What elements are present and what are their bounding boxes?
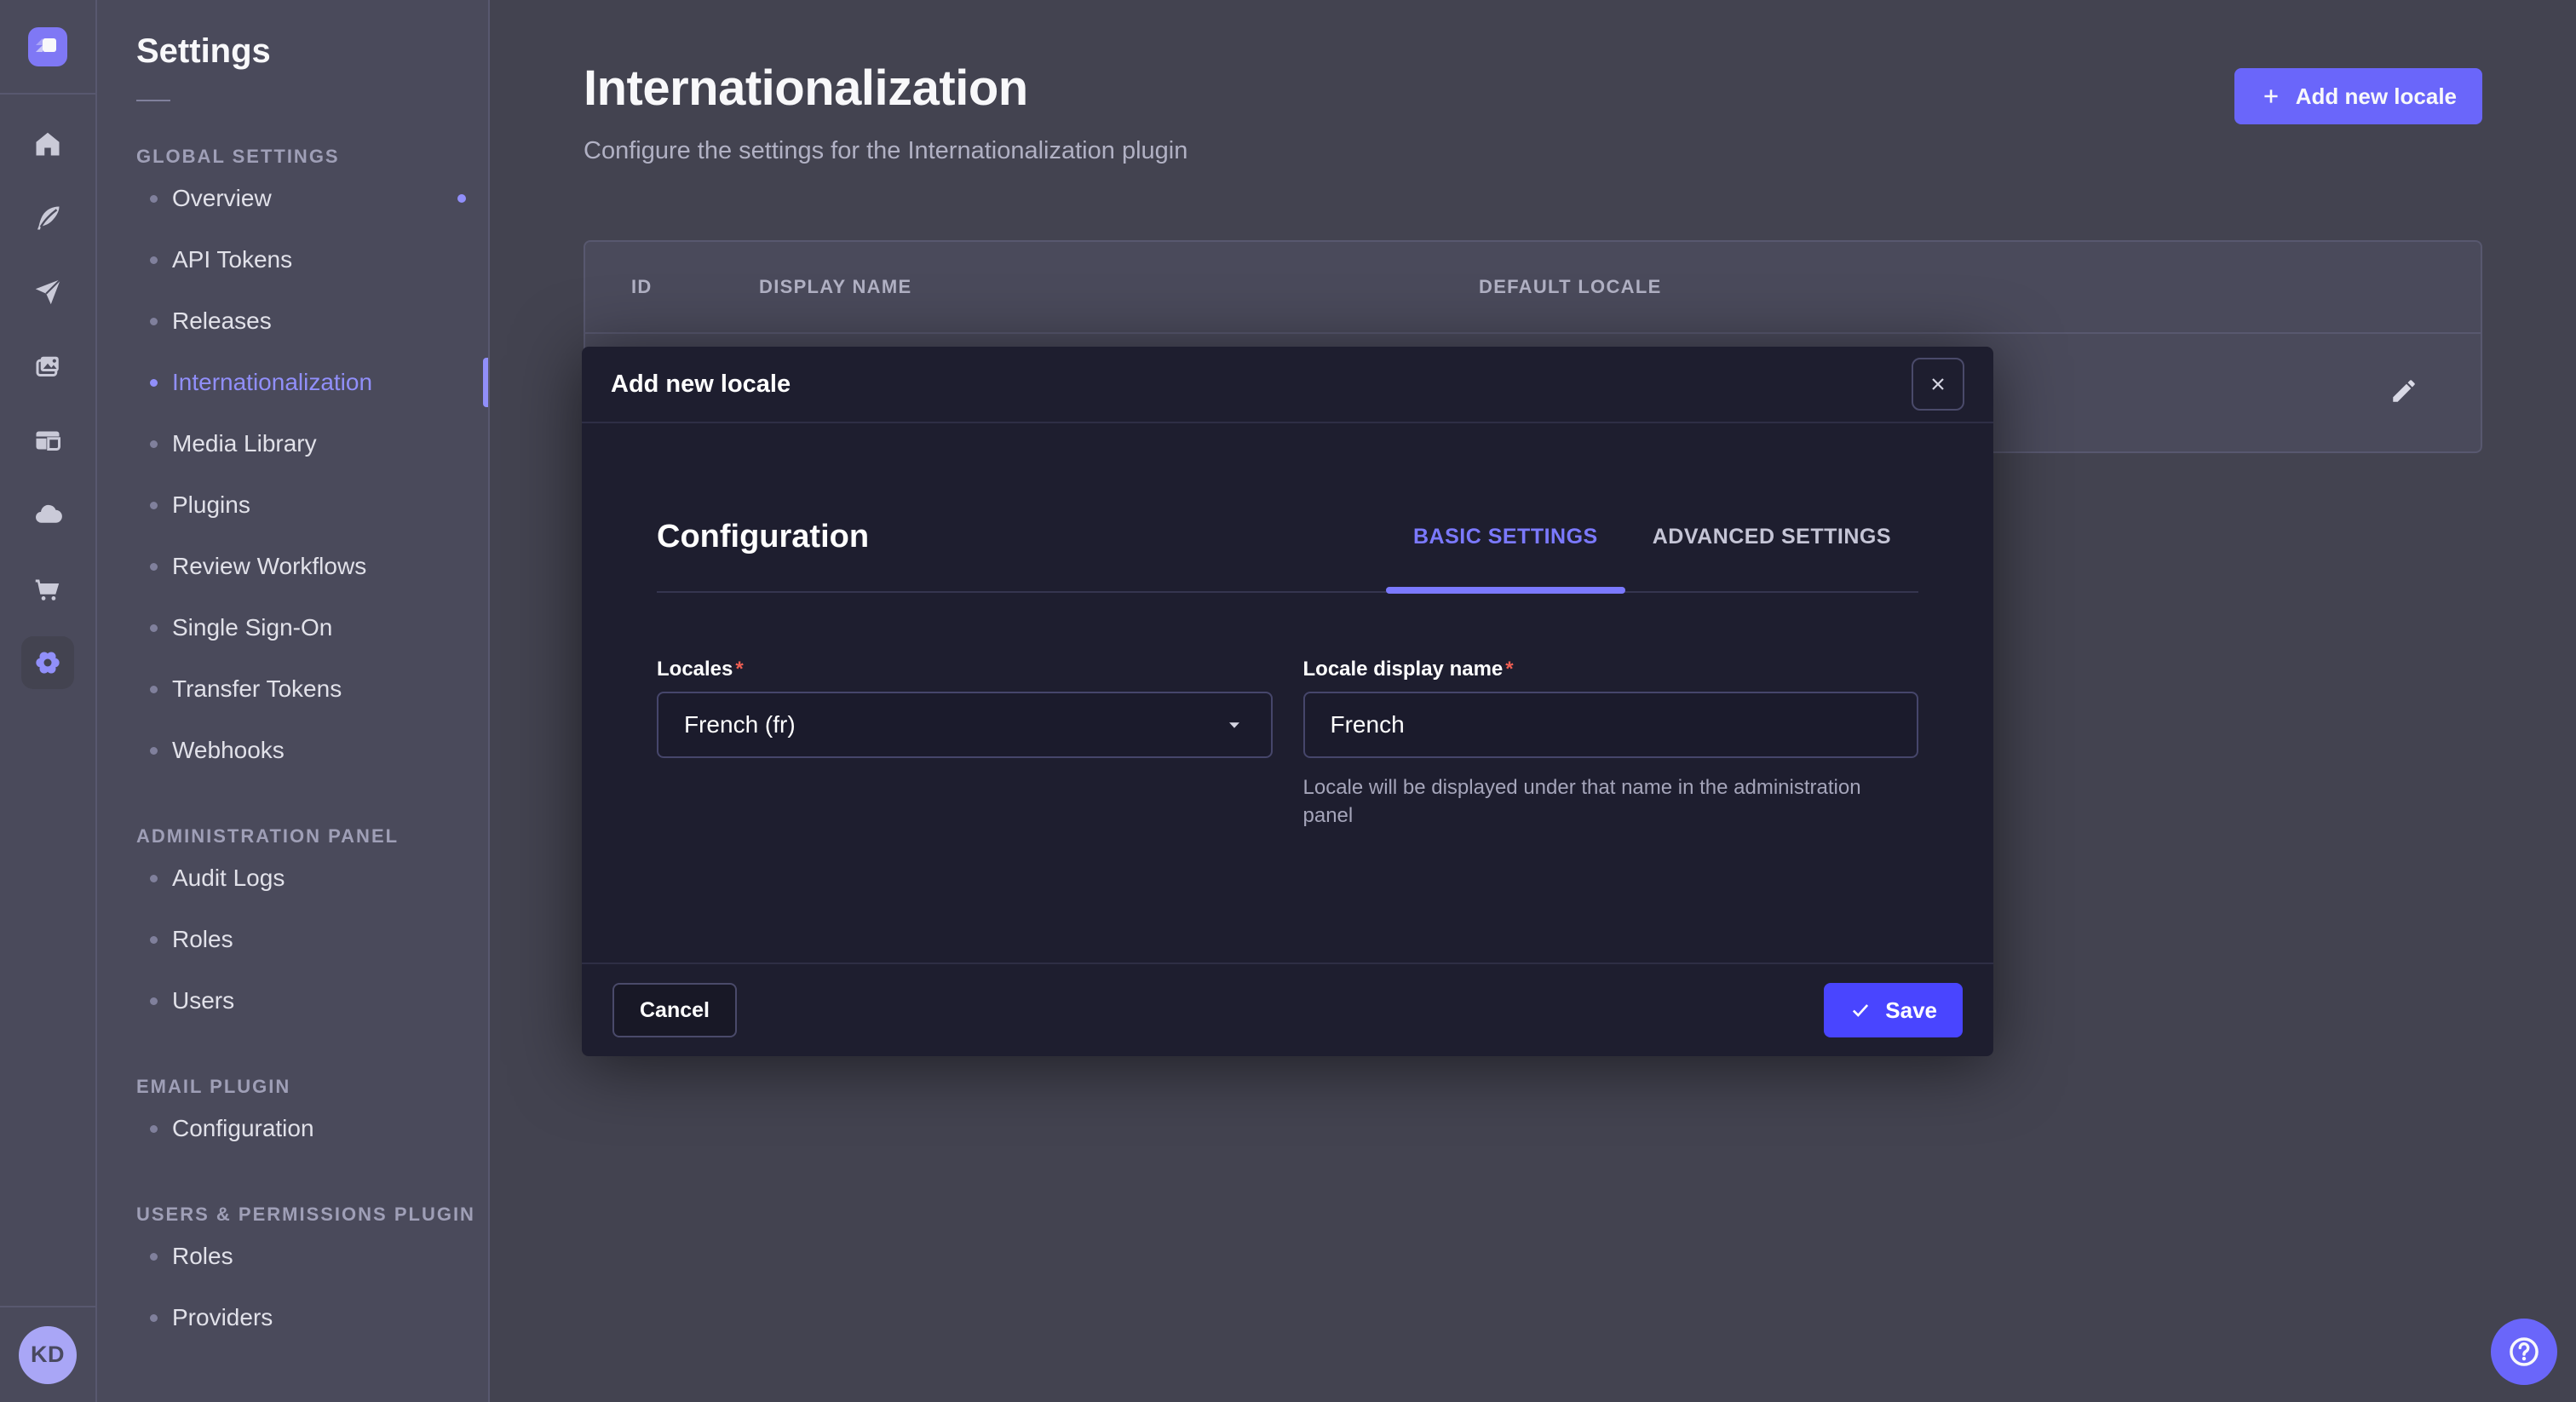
locales-label-text: Locales	[657, 658, 733, 681]
save-button[interactable]: Save	[1824, 983, 1963, 1037]
form-fields: Locales* French (fr) Locale display name…	[657, 658, 1918, 830]
modal-title: Add new locale	[611, 371, 791, 399]
tab-advanced-settings[interactable]: ADVANCED SETTINGS	[1625, 520, 1918, 554]
display-name-field: Locale display name* Locale will be disp…	[1303, 658, 1919, 830]
modal-footer: Cancel Save	[582, 962, 1993, 1056]
add-locale-modal: Add new locale Configuration BASIC SETTI…	[582, 347, 1993, 1056]
app-viewport: KD Settings GLOBAL SETTINGS Overview API…	[0, 0, 2576, 1402]
check-icon	[1849, 999, 1872, 1021]
locales-label: Locales*	[657, 658, 1273, 681]
settings-tabs: BASIC SETTINGS ADVANCED SETTINGS	[1386, 520, 1918, 554]
display-name-label-text: Locale display name	[1303, 658, 1504, 681]
required-asterisk: *	[735, 658, 743, 681]
close-button[interactable]	[1912, 358, 1964, 411]
configuration-section-header: Configuration BASIC SETTINGS ADVANCED SE…	[657, 519, 1918, 593]
cancel-button[interactable]: Cancel	[612, 983, 737, 1037]
required-asterisk: *	[1505, 658, 1513, 681]
display-name-hint: Locale will be displayed under that name…	[1303, 773, 1900, 830]
display-name-label: Locale display name*	[1303, 658, 1919, 681]
modal-header: Add new locale	[582, 347, 1993, 423]
configuration-title: Configuration	[657, 519, 869, 555]
locales-field: Locales* French (fr)	[657, 658, 1273, 830]
locales-select[interactable]: French (fr)	[657, 692, 1273, 758]
chevron-down-icon	[1223, 714, 1245, 736]
locales-select-value: French (fr)	[684, 711, 796, 738]
save-label: Save	[1885, 997, 1937, 1024]
tab-basic-settings[interactable]: BASIC SETTINGS	[1386, 520, 1625, 554]
display-name-input[interactable]	[1303, 692, 1919, 758]
modal-body: Configuration BASIC SETTINGS ADVANCED SE…	[582, 423, 1993, 962]
close-icon	[1928, 374, 1948, 394]
